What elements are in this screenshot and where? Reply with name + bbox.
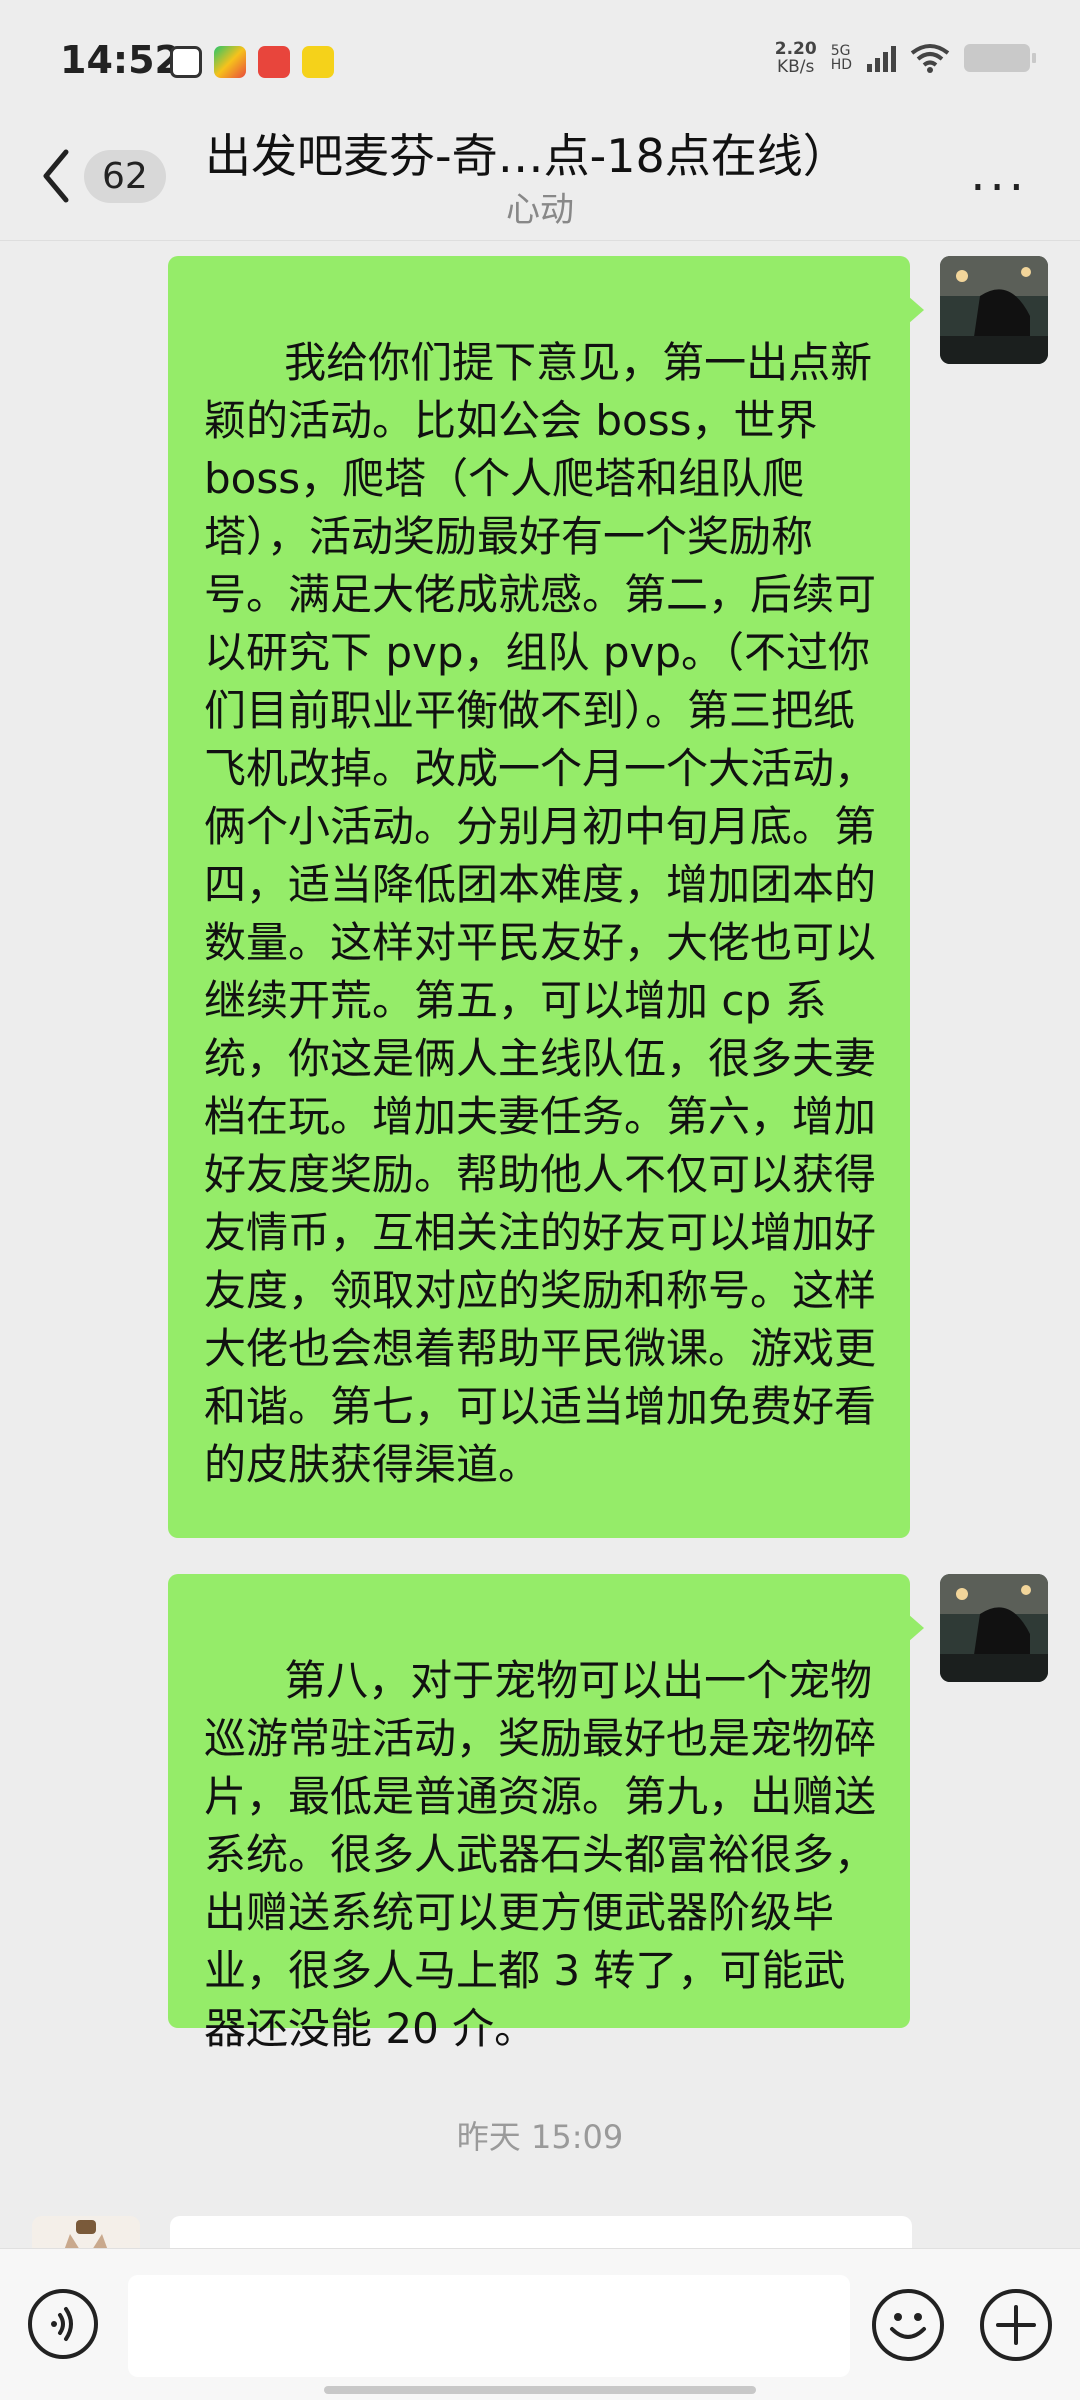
input-bar [0,2248,1080,2400]
status-right: 2.20 KB/s 5G HD [775,40,1036,76]
red-app-icon [258,46,290,78]
message-text: 第八，对于宠物可以出一个宠物巡游常驻活动，奖励最好也是宠物碎片，最低是普通资源。… [204,1656,877,2053]
signal-labels: 5G HD [831,44,852,72]
avatar[interactable] [940,1574,1048,1682]
chat-title: 出发吧麦芬-奇…点-18点在线） [205,129,845,183]
chat-header: 62 出发吧麦芬-奇…点-18点在线） 心动 ··· [0,120,1080,241]
emoji-button[interactable] [872,2289,944,2361]
avatar-photo-icon [940,256,1048,364]
wifi-icon [910,44,950,73]
battery-icon [964,44,1036,72]
avatar[interactable] [940,256,1048,364]
app-notification-icon [170,46,202,78]
voice-icon [51,2307,73,2341]
message-text: 我给你们提下意见，第一出点新颖的活动。比如公会 boss，世界 boss，爬塔（… [204,338,877,1489]
message-bubble[interactable]: 第八，对于宠物可以出一个宠物巡游常驻活动，奖励最好也是宠物碎片，最低是普通资源。… [168,1574,910,2053]
voice-input-button[interactable] [28,2289,98,2359]
avatar-photo-icon [940,1574,1048,1682]
status-app-icons [170,46,334,78]
more-options-button[interactable]: ··· [970,160,1028,216]
emoji-icon [890,2313,926,2339]
net-speed: 2.20 KB/s [775,40,817,76]
message-input[interactable] [128,2275,850,2377]
net-speed-value: 2.20 [774,39,817,59]
status-bar: 14:52 2.20 KB/s 5G HD [0,0,1080,120]
plus-icon [996,2305,1036,2345]
signal-5g-label: 5G [830,43,851,59]
home-indicator [324,2386,756,2394]
bubble-tail [908,296,924,324]
message-bubble[interactable]: 我给你们提下意见，第一出点新颖的活动。比如公会 boss，世界 boss，爬塔（… [168,256,910,1538]
status-time: 14:52 [60,38,181,82]
video-app-icon [214,46,246,78]
chat-subtitle: 心动 [506,190,574,230]
yellow-app-icon [302,46,334,78]
more-features-button[interactable] [980,2289,1052,2361]
signal-icon [867,46,896,72]
bubble-tail [908,1614,924,1642]
net-speed-unit: KB/s [777,57,815,77]
signal-hd-label: HD [830,57,852,73]
chat-screen: 14:52 2.20 KB/s 5G HD 62 出发吧麦芬-奇…点-18点在线… [0,0,1080,2400]
message-timestamp: 昨天 15:09 [456,2118,624,2156]
